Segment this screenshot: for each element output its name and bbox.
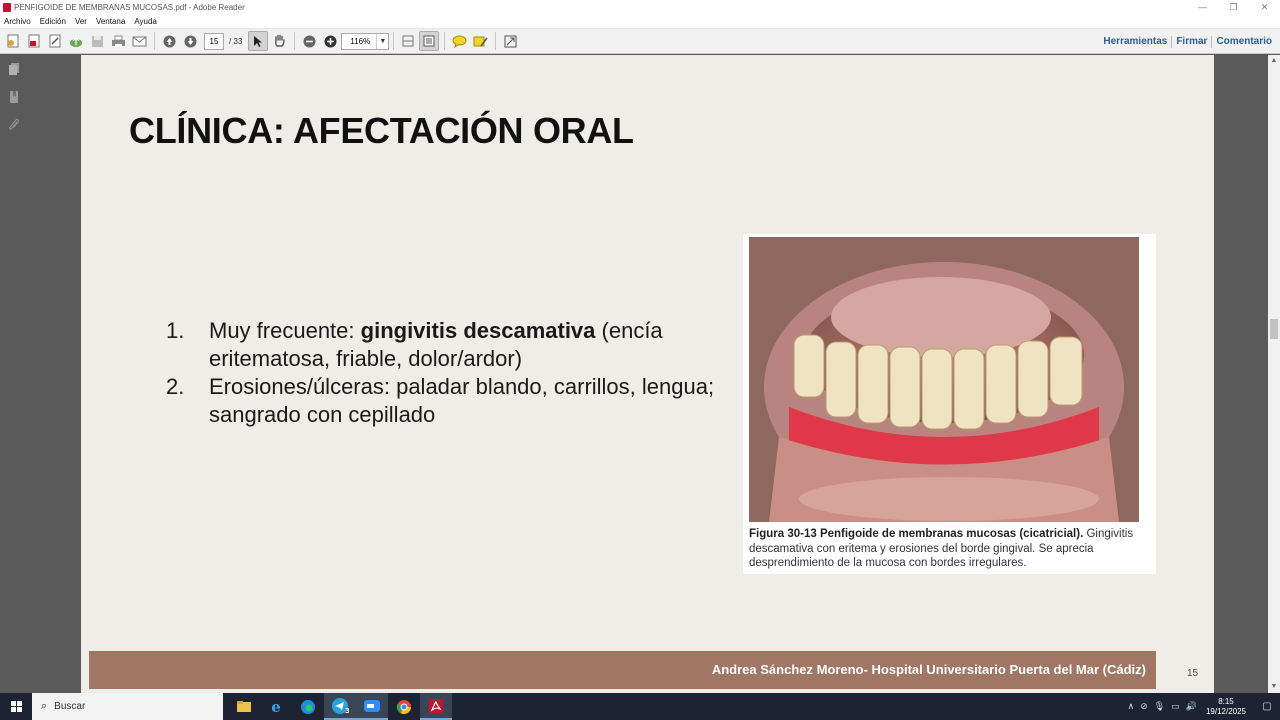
toolbar: 15 / 33 116% ▼ Herramientas Firmar Comen…	[0, 29, 1280, 54]
hand-tool-icon[interactable]	[269, 31, 289, 51]
page-number-input[interactable]: 15	[204, 32, 224, 50]
oral-clinical-photo	[749, 237, 1139, 522]
taskbar: ⌕ Buscar e 30 ∧ ⊘ 🎙 ▭ 🔊 8:15	[0, 693, 1280, 720]
item-number: 2.	[166, 374, 185, 399]
print-icon[interactable]	[108, 31, 128, 51]
wifi-icon[interactable]: ▭	[1171, 701, 1180, 712]
menu-ayuda[interactable]: Ayuda	[134, 17, 157, 26]
comment-icon[interactable]	[449, 31, 469, 51]
edit-pdf-icon[interactable]	[45, 31, 65, 51]
scroll-thumb[interactable]	[1270, 319, 1278, 339]
close-button[interactable]: ✕	[1249, 0, 1280, 15]
page-total: / 33	[229, 36, 243, 46]
title-bar: PENFIGOIDE DE MEMBRANAS MUCOSAS.pdf - Ad…	[0, 0, 1280, 15]
show-hidden-icons-icon[interactable]: ∧	[1128, 701, 1135, 712]
cloud-upload-icon[interactable]	[66, 31, 86, 51]
edge-icon[interactable]	[292, 693, 324, 720]
slide-title: CLÍNICA: AFECTACIÓN ORAL	[129, 110, 634, 151]
comment-link[interactable]: Comentario	[1212, 36, 1276, 47]
save-icon[interactable]	[87, 31, 107, 51]
clock[interactable]: 8:15 19/12/2025	[1206, 697, 1246, 717]
pdf-page: CLÍNICA: AFECTACIÓN ORAL 1. Muy frecuent…	[81, 55, 1214, 693]
figure-caption: Figura 30-13 Penfigoide de membranas muc…	[749, 527, 1154, 571]
menu-bar: Archivo Edición Ver Ventana Ayuda	[0, 15, 1280, 29]
zoom-select[interactable]: 116% ▼	[341, 32, 390, 50]
menu-ventana[interactable]: Ventana	[96, 17, 125, 26]
search-placeholder: Buscar	[54, 701, 86, 712]
telegram-badge: 30	[345, 707, 349, 715]
zoom-out-icon[interactable]	[299, 31, 319, 51]
menu-edicion[interactable]: Edición	[40, 17, 66, 26]
acrobat-reader-icon[interactable]	[420, 693, 452, 720]
sign-link[interactable]: Firmar	[1172, 36, 1211, 47]
email-icon[interactable]	[129, 31, 149, 51]
list-item: 2. Erosiones/úlceras: paladar blando, ca…	[166, 373, 726, 429]
start-button[interactable]	[0, 693, 32, 720]
item-text-bold: gingivitis descamativa	[360, 318, 596, 343]
internet-explorer-icon[interactable]: e	[260, 693, 292, 720]
previous-page-icon[interactable]	[159, 31, 179, 51]
tools-link[interactable]: Herramientas	[1099, 36, 1171, 47]
chevron-down-icon[interactable]: ▼	[376, 33, 388, 49]
figure-caption-label: Figura 30-13 Penfigoide de membranas muc…	[749, 528, 1084, 540]
telegram-app-icon[interactable]: 30	[324, 693, 356, 720]
file-explorer-icon[interactable]	[228, 693, 260, 720]
select-cursor-icon[interactable]	[248, 31, 269, 51]
system-tray: ∧ ⊘ 🎙 ▭ 🔊 8:15 19/12/2025 ▢	[1125, 693, 1280, 720]
attachments-icon[interactable]	[0, 111, 28, 139]
item-number: 1.	[166, 318, 185, 343]
item-text: Muy frecuente: gingivitis descamativa (e…	[209, 317, 726, 373]
list-item: 1. Muy frecuente: gingivitis descamativa…	[166, 317, 726, 373]
notifications-icon[interactable]: ▢	[1257, 701, 1277, 712]
page-thumbnails-icon[interactable]	[0, 55, 28, 83]
network-icon[interactable]: ⊘	[1140, 701, 1148, 712]
adobe-reader-icon	[3, 3, 11, 12]
windows-logo-icon	[10, 701, 22, 712]
fit-page-icon[interactable]	[398, 31, 418, 51]
fit-width-icon[interactable]	[419, 31, 440, 51]
create-pdf-icon[interactable]	[3, 31, 23, 51]
menu-archivo[interactable]: Archivo	[4, 17, 31, 26]
menu-ver[interactable]: Ver	[75, 17, 87, 26]
clock-date: 19/12/2025	[1205, 706, 1246, 716]
scroll-up-icon[interactable]: ▲	[1268, 55, 1280, 67]
bookmarks-icon[interactable]	[0, 83, 28, 111]
document-view[interactable]: CLÍNICA: AFECTACIÓN ORAL 1. Muy frecuent…	[28, 55, 1268, 693]
zoom-value: 116%	[350, 36, 371, 46]
clock-time: 8:15	[1218, 696, 1234, 706]
taskbar-search[interactable]: ⌕ Buscar	[32, 693, 223, 720]
highlight-icon[interactable]	[470, 31, 490, 51]
slide-footer: Andrea Sánchez Moreno- Hospital Universi…	[89, 651, 1156, 689]
item-text: Erosiones/úlceras: paladar blando, carri…	[209, 374, 715, 427]
restore-button[interactable]: ❐	[1218, 0, 1249, 15]
next-page-icon[interactable]	[180, 31, 200, 51]
bullet-list: 1. Muy frecuente: gingivitis descamativa…	[166, 317, 726, 429]
svg-text:e: e	[271, 699, 281, 715]
microphone-icon[interactable]: 🎙	[1154, 701, 1165, 712]
item-text-start: Muy frecuente:	[209, 318, 361, 343]
expand-icon[interactable]	[500, 31, 520, 51]
slide-page-number: 15	[1187, 668, 1199, 679]
volume-icon[interactable]: 🔊	[1186, 701, 1197, 712]
figure: Figura 30-13 Penfigoide de membranas muc…	[743, 234, 1156, 574]
chrome-icon[interactable]	[388, 693, 420, 720]
vertical-scrollbar[interactable]: ▲ ▼	[1268, 55, 1280, 693]
export-pdf-icon[interactable]	[24, 31, 44, 51]
window-title: PENFIGOIDE DE MEMBRANAS MUCOSAS.pdf - Ad…	[14, 3, 245, 12]
search-icon: ⌕	[41, 700, 48, 712]
navigation-pane	[0, 55, 28, 693]
zoom-in-icon[interactable]	[320, 31, 340, 51]
footer-author: Andrea Sánchez Moreno- Hospital Universi…	[711, 662, 1146, 677]
zoom-app-icon[interactable]	[356, 693, 388, 720]
minimize-button[interactable]: —	[1187, 0, 1218, 15]
scroll-down-icon[interactable]: ▼	[1268, 681, 1280, 693]
